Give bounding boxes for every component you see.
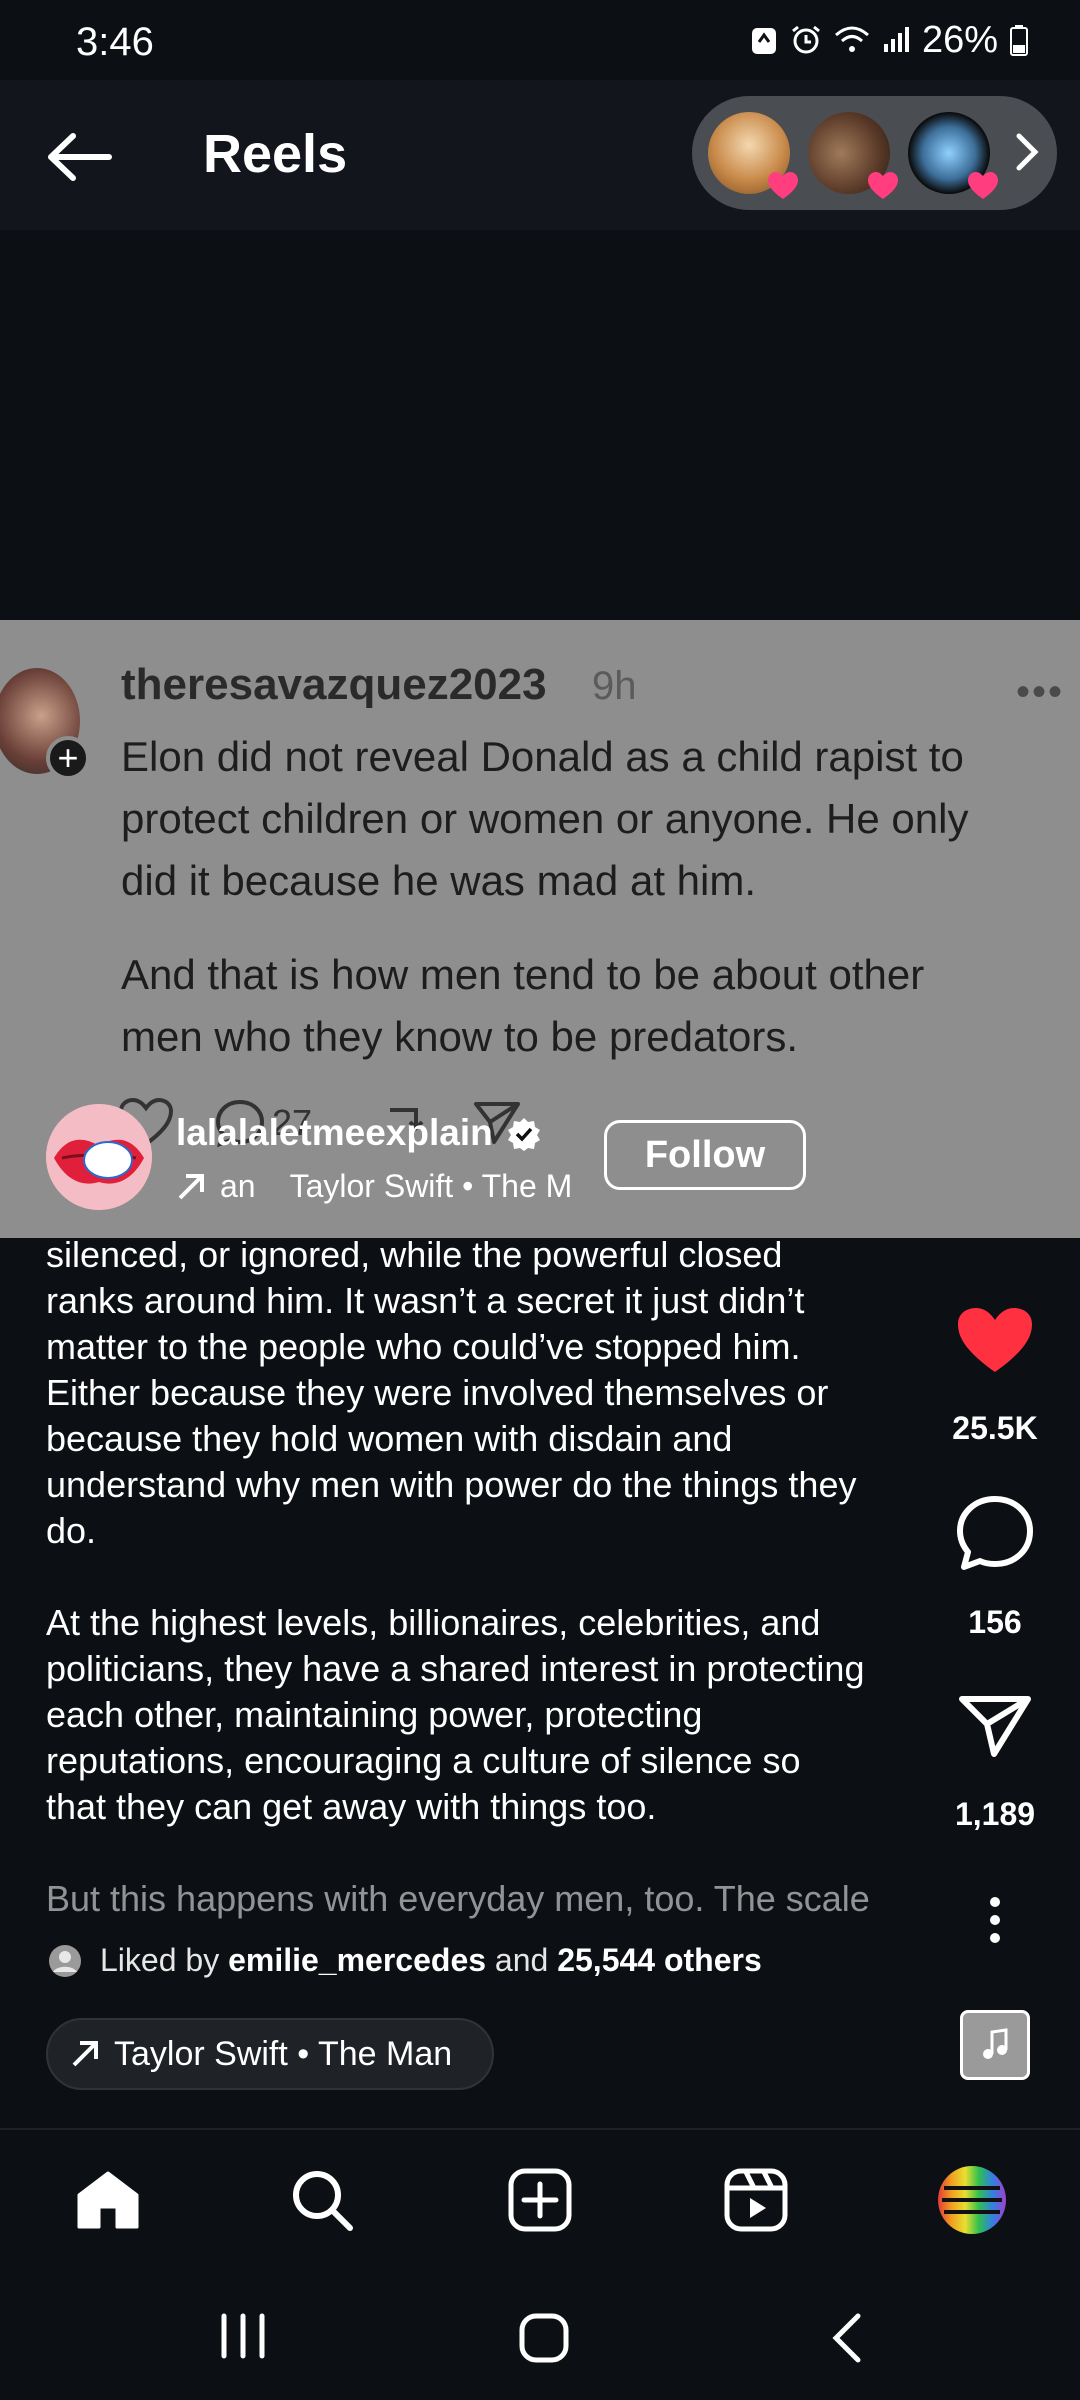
story-avatar[interactable]: [708, 112, 798, 199]
author-audio-line[interactable]: an Taylor Swift • The M: [176, 1168, 578, 1205]
story-avatar[interactable]: [808, 112, 898, 199]
more-vertical-icon: [990, 1897, 1000, 1943]
audio-prefix: an: [220, 1168, 256, 1204]
liked-by-middle: and: [494, 1942, 549, 1978]
like-button[interactable]: [950, 1306, 1040, 1376]
liked-by-others[interactable]: 25,544 others: [557, 1942, 762, 1978]
more-icon: •••: [1016, 670, 1065, 714]
reels-icon: [724, 2168, 788, 2232]
trending-arrow-icon: [72, 2041, 98, 2067]
post-line: protect children or women or anyone. He …: [121, 795, 969, 842]
signal-icon: [883, 27, 909, 52]
battery-icon: [1010, 25, 1028, 56]
reel-video-area[interactable]: [0, 230, 1080, 620]
post-username: theresavazquez2023: [121, 660, 547, 709]
trending-arrow-icon: [178, 1173, 204, 1199]
plus-icon: +: [46, 736, 90, 780]
heart-badge-icon: [868, 172, 898, 199]
recent-apps-icon[interactable]: [218, 2312, 268, 2360]
audio-pill[interactable]: Taylor Swift • The Man: [46, 2018, 494, 2090]
nav-reels[interactable]: [716, 2160, 796, 2240]
verified-badge-icon: [508, 1118, 540, 1151]
heart-badge-icon: [768, 172, 798, 199]
send-icon: [959, 1696, 1031, 1757]
nav-profile[interactable]: [932, 2160, 1012, 2240]
music-note-icon: [983, 2028, 1008, 2059]
audio-title: Taylor Swift • The M: [289, 1168, 573, 1204]
share-count: 1,189: [954, 1796, 1036, 1832]
home-button-icon[interactable]: [518, 2312, 570, 2364]
comment-count: 156: [968, 1604, 1022, 1640]
author-username[interactable]: lalalaletmeexplain: [176, 1112, 493, 1154]
like-count: 25.5K: [952, 1410, 1038, 1446]
post-line: men who they know to be predators.: [121, 1013, 799, 1060]
nav-create[interactable]: [500, 2160, 580, 2240]
add-post-icon: [508, 2168, 572, 2232]
audio-label: Taylor Swift • The Man: [114, 2034, 453, 2073]
wifi-icon: [834, 26, 869, 52]
liked-by[interactable]: Liked by emilie_mercedes and 25,544 othe…: [48, 1942, 762, 1979]
liked-by-prefix: Liked by: [100, 1942, 220, 1978]
caption-block-1: silenced, or ignored, while the powerful…: [46, 1234, 857, 1551]
alarm-icon: [792, 25, 820, 54]
share-button[interactable]: [950, 1694, 1040, 1758]
home-icon: [77, 2171, 139, 2229]
status-time: 3:46: [76, 20, 154, 64]
post-line: Elon did not reveal Donald as a child ra…: [121, 733, 964, 780]
recycle-icon: [751, 28, 776, 54]
liked-by-avatar: [49, 1944, 81, 1977]
search-icon: [293, 2171, 353, 2231]
nav-search[interactable]: [282, 2160, 362, 2240]
post-time: 9h: [592, 664, 637, 708]
battery-percent: 26%: [921, 18, 998, 61]
liked-by-user[interactable]: emilie_mercedes: [228, 1942, 486, 1978]
story-avatar[interactable]: [908, 112, 998, 199]
post-line: did it because he was mad at him.: [121, 857, 757, 904]
back-nav-icon[interactable]: [828, 2312, 864, 2364]
audio-thumbnail[interactable]: [960, 2010, 1030, 2080]
caption-block-2: At the highest levels, billionaires, cel…: [46, 1602, 865, 1827]
page-title: Reels: [203, 124, 348, 184]
author-avatar[interactable]: [46, 1104, 152, 1210]
post-paragraph-1: Elon did not reveal Donald as a child ra…: [121, 726, 1061, 912]
post-line: And that is how men tend to be about oth…: [121, 951, 925, 998]
heart-filled-icon: [958, 1308, 1032, 1372]
more-options-button[interactable]: [950, 1896, 1040, 1944]
post-paragraph-2: And that is how men tend to be about oth…: [121, 944, 1061, 1068]
back-arrow-icon: [48, 133, 112, 181]
nav-home[interactable]: [68, 2160, 148, 2240]
stories-pill[interactable]: [692, 96, 1057, 210]
comment-button[interactable]: [950, 1494, 1040, 1572]
lips-logo-icon: [46, 1104, 152, 1210]
chevron-right-icon: [1016, 133, 1039, 171]
status-icons: 26%: [750, 18, 1028, 62]
heart-badge-icon: [968, 172, 998, 199]
back-button[interactable]: [40, 122, 120, 192]
profile-avatar-icon: [938, 2166, 1006, 2234]
comment-icon: [957, 1496, 1033, 1570]
follow-button[interactable]: Follow: [604, 1120, 806, 1190]
caption-faded-line[interactable]: But this happens with everyday men, too.…: [46, 1876, 936, 1922]
